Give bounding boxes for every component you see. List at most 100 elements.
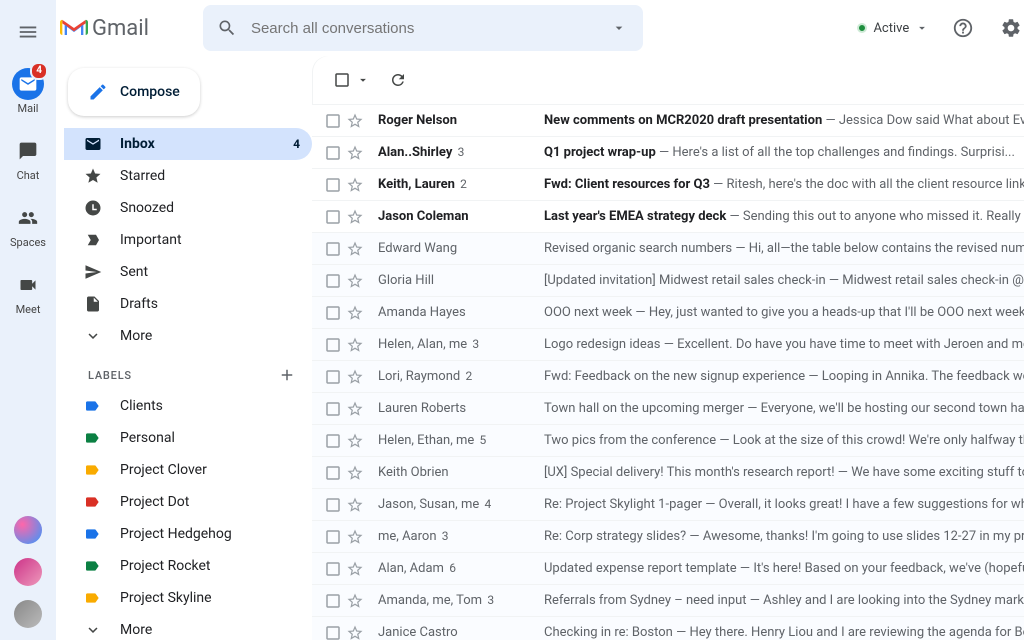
row-star[interactable] xyxy=(346,304,370,322)
chat-contact-1[interactable] xyxy=(14,516,42,544)
row-checkbox[interactable] xyxy=(324,624,344,640)
row-checkbox[interactable] xyxy=(324,176,344,194)
sidebar-item-inbox[interactable]: Inbox4 xyxy=(64,128,312,160)
refresh-button[interactable] xyxy=(380,62,416,98)
select-all-checkbox[interactable] xyxy=(324,62,360,98)
row-checkbox[interactable] xyxy=(324,400,344,418)
sidebar-label-personal[interactable]: Personal xyxy=(64,422,312,454)
row-star[interactable] xyxy=(346,496,370,514)
compose-button[interactable]: Compose xyxy=(68,68,200,116)
row-sender: Helen, Ethan, me 5 xyxy=(372,433,522,448)
sidebar-item-sent[interactable]: Sent xyxy=(64,256,312,288)
row-body: Referrals from Sydney – need input — Ash… xyxy=(524,593,1024,608)
message-row[interactable]: Helen, Alan, me 3 Logo redesign ideas — … xyxy=(312,329,1024,361)
row-subject: Q1 project wrap-up xyxy=(544,145,656,160)
message-row[interactable]: Janice Castro Checking in re: Boston — H… xyxy=(312,617,1024,640)
row-star[interactable] xyxy=(346,400,370,418)
drafts-icon xyxy=(84,295,102,313)
important-icon xyxy=(84,231,102,249)
message-row[interactable]: Keith Obrien [UX] Special delivery! This… xyxy=(312,457,1024,489)
row-checkbox[interactable] xyxy=(324,432,344,450)
row-checkbox[interactable] xyxy=(324,272,344,290)
row-checkbox[interactable] xyxy=(324,208,344,226)
checkbox-icon xyxy=(324,496,342,514)
row-snippet: Overall, it looks great! I have a few su… xyxy=(719,497,1024,512)
checkbox-icon xyxy=(324,240,342,258)
row-star[interactable] xyxy=(346,464,370,482)
row-star[interactable] xyxy=(346,528,370,546)
sidebar-item-snoozed[interactable]: Snoozed xyxy=(64,192,312,224)
search-options-button[interactable] xyxy=(601,10,637,46)
message-row[interactable]: Jason, Susan, me 4 Re: Project Skylight … xyxy=(312,489,1024,521)
row-checkbox[interactable] xyxy=(324,368,344,386)
row-checkbox[interactable] xyxy=(324,496,344,514)
message-row[interactable]: Lori, Raymond 2 Fwd: Feedback on the new… xyxy=(312,361,1024,393)
row-star[interactable] xyxy=(346,272,370,290)
row-checkbox[interactable] xyxy=(324,144,344,162)
sidebar-label-project-skyline[interactable]: Project Skyline xyxy=(64,582,312,614)
sent-icon xyxy=(84,263,102,281)
row-star[interactable] xyxy=(346,208,370,226)
select-dropdown-caret-icon[interactable] xyxy=(356,73,370,87)
message-row[interactable]: Amanda, me, Tom 3 Referrals from Sydney … xyxy=(312,585,1024,617)
sidebar-label-project-dot[interactable]: Project Dot xyxy=(64,486,312,518)
rail-spaces[interactable]: Spaces xyxy=(0,194,56,257)
message-row[interactable]: Edward Wang Revised organic search numbe… xyxy=(312,233,1024,265)
status-chip[interactable]: Active xyxy=(855,17,931,40)
row-checkbox[interactable] xyxy=(324,112,344,130)
message-row[interactable]: Alan, Adam 6 Updated expense report temp… xyxy=(312,553,1024,585)
search-input[interactable] xyxy=(245,20,601,37)
sidebar-label-project-rocket[interactable]: Project Rocket xyxy=(64,550,312,582)
row-star[interactable] xyxy=(346,592,370,610)
sidebar-label-project-clover[interactable]: Project Clover xyxy=(64,454,312,486)
row-star[interactable] xyxy=(346,560,370,578)
search-icon-button[interactable] xyxy=(209,10,245,46)
message-row[interactable]: Roger Nelson New comments on MCR2020 dra… xyxy=(312,105,1024,137)
message-row[interactable]: Gloria Hill [Updated invitation] Midwest… xyxy=(312,265,1024,297)
chat-contact-3[interactable] xyxy=(14,600,42,628)
support-button[interactable] xyxy=(943,8,983,48)
row-checkbox[interactable] xyxy=(324,304,344,322)
row-star[interactable] xyxy=(346,176,370,194)
row-checkbox[interactable] xyxy=(324,528,344,546)
add-label-button[interactable] xyxy=(278,366,296,384)
search-bar[interactable] xyxy=(203,5,643,51)
row-subject: OOO next week xyxy=(544,305,632,320)
message-row[interactable]: me, Aaron 3 Re: Corp strategy slides? — … xyxy=(312,521,1024,553)
chat-contact-2[interactable] xyxy=(14,558,42,586)
settings-button[interactable] xyxy=(991,8,1024,48)
row-checkbox[interactable] xyxy=(324,336,344,354)
message-row[interactable]: Amanda Hayes OOO next week — Hey, just w… xyxy=(312,297,1024,329)
row-body: Two pics from the conference — Look at t… xyxy=(524,433,1024,448)
sidebar-item-more[interactable]: More xyxy=(64,320,312,352)
app-logo[interactable]: Gmail xyxy=(60,16,189,41)
row-checkbox[interactable] xyxy=(324,560,344,578)
sidebar-item-important[interactable]: Important xyxy=(64,224,312,256)
row-star[interactable] xyxy=(346,240,370,258)
message-row[interactable]: Jason Coleman Last year's EMEA strategy … xyxy=(312,201,1024,233)
sidebar-label-project-hedgehog[interactable]: Project Hedgehog xyxy=(64,518,312,550)
rail-mail[interactable]: 4 Mail xyxy=(0,60,56,123)
message-row[interactable]: Lauren Roberts Town hall on the upcoming… xyxy=(312,393,1024,425)
row-checkbox[interactable] xyxy=(324,592,344,610)
rail-chat[interactable]: Chat xyxy=(0,127,56,190)
sidebar-labels-more[interactable]: More xyxy=(64,614,312,640)
row-sender: Keith, Lauren 2 xyxy=(372,177,522,192)
message-row[interactable]: Helen, Ethan, me 5 Two pics from the con… xyxy=(312,425,1024,457)
row-star[interactable] xyxy=(346,624,370,640)
row-star[interactable] xyxy=(346,112,370,130)
row-star[interactable] xyxy=(346,432,370,450)
row-checkbox[interactable] xyxy=(324,464,344,482)
sidebar-item-drafts[interactable]: Drafts xyxy=(64,288,312,320)
message-row[interactable]: Keith, Lauren 2 Fwd: Client resources fo… xyxy=(312,169,1024,201)
row-star[interactable] xyxy=(346,144,370,162)
row-checkbox[interactable] xyxy=(324,240,344,258)
sidebar-label-clients[interactable]: Clients xyxy=(64,390,312,422)
message-row[interactable]: Alan..Shirley 3 Q1 project wrap-up — Her… xyxy=(312,137,1024,169)
row-star[interactable] xyxy=(346,336,370,354)
rail-meet[interactable]: Meet xyxy=(0,261,56,324)
row-star[interactable] xyxy=(346,368,370,386)
sidebar-item-starred[interactable]: Starred xyxy=(64,160,312,192)
main-menu-button[interactable] xyxy=(4,8,52,56)
checkbox-icon xyxy=(324,176,342,194)
